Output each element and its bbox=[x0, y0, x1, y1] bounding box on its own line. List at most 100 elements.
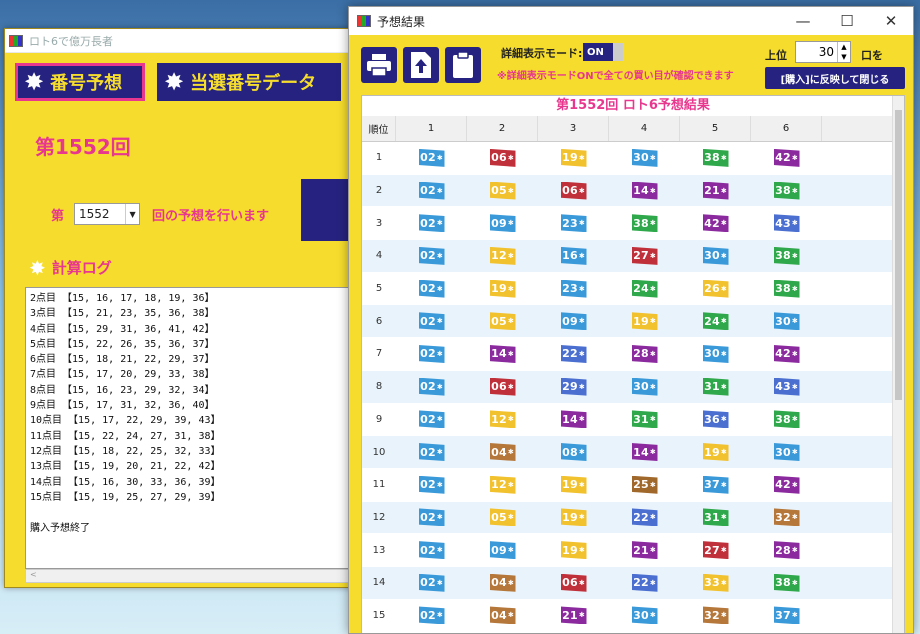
minimize-icon[interactable]: — bbox=[781, 7, 825, 35]
number-ball: 30 bbox=[631, 377, 658, 396]
number-ball: 02 bbox=[418, 344, 445, 363]
results-window-titlebar: 予想結果 — ☐ ✕ bbox=[349, 7, 913, 35]
grid-title: 第1552回 ロト6予想結果 bbox=[556, 98, 710, 113]
rank-cell: 9 bbox=[375, 413, 383, 425]
number-cell: 42 bbox=[680, 207, 751, 239]
rank-label: 上位 bbox=[765, 49, 787, 62]
table-row[interactable]: 9 02 12 14 31 36 38 bbox=[362, 404, 904, 437]
toggle-knob bbox=[613, 43, 623, 61]
table-row[interactable]: 12 02 05 19 22 31 32 bbox=[362, 501, 904, 535]
number-cell: 24 bbox=[680, 305, 751, 337]
grid-body: 1020619303842202050614213830209233842434… bbox=[362, 142, 904, 633]
number-cell: 43 bbox=[751, 371, 822, 403]
log-line: 15点目 【15, 19, 25, 27, 29, 39】 bbox=[30, 491, 221, 503]
number-ball: 38 bbox=[773, 410, 800, 429]
apply-and-close-button[interactable]: [購入]に反映して閉じる bbox=[765, 67, 905, 89]
draw-prefix: 第 bbox=[51, 208, 65, 224]
log-line: 9点目 【15, 17, 31, 32, 36, 40】 bbox=[30, 400, 215, 412]
close-icon[interactable]: ✕ bbox=[869, 7, 913, 35]
number-ball: 27 bbox=[702, 541, 729, 560]
number-cell: 14 bbox=[609, 175, 680, 207]
number-ball: 21 bbox=[560, 606, 587, 625]
detail-mode-label: 詳細表示モード: bbox=[501, 47, 583, 60]
number-cell: 29 bbox=[538, 371, 609, 403]
scroll-left-arrow[interactable]: < bbox=[30, 570, 37, 579]
table-row[interactable]: 3 02 09 23 38 42 43 bbox=[362, 207, 904, 241]
table-row[interactable]: 11 02 12 19 25 37 42 bbox=[362, 469, 904, 502]
main-window-titlebar: ロト6で億万長者 bbox=[5, 29, 353, 53]
export-button[interactable] bbox=[403, 47, 439, 83]
number-ball: 12 bbox=[489, 475, 516, 494]
table-row[interactable]: 2 02 05 06 14 21 38 bbox=[362, 174, 904, 208]
maximize-icon[interactable]: ☐ bbox=[825, 7, 869, 35]
number-ball: 16 bbox=[560, 246, 587, 265]
tab-winning-data[interactable]: ✸ 当選番号データ bbox=[157, 63, 341, 101]
table-row[interactable]: 6 02 05 09 19 24 30 bbox=[362, 305, 904, 339]
tab-prediction[interactable]: ✸ 番号予想 bbox=[15, 63, 145, 101]
log-line: 10点目 【15, 17, 22, 29, 39, 43】 bbox=[30, 415, 221, 427]
number-cell: 22 bbox=[609, 567, 680, 599]
number-cell: 37 bbox=[751, 600, 822, 632]
toggle-state: ON bbox=[587, 46, 604, 58]
grid-vertical-scrollbar[interactable] bbox=[892, 96, 904, 633]
number-cell: 08 bbox=[538, 436, 609, 468]
number-cell: 21 bbox=[680, 175, 751, 207]
table-row[interactable]: 7 02 14 22 28 30 42 bbox=[362, 338, 904, 371]
number-cell: 02 bbox=[396, 240, 467, 272]
results-window: 予想結果 — ☐ ✕ 詳細表示モード: ON ※詳細表示モードONで全ての買い目… bbox=[348, 6, 914, 634]
number-ball: 14 bbox=[631, 443, 658, 462]
rank-count-stepper[interactable]: 30 ▲ ▼ bbox=[795, 41, 851, 63]
number-ball: 30 bbox=[773, 443, 800, 462]
number-ball: 33 bbox=[702, 573, 729, 592]
column-header[interactable]: 1 bbox=[396, 116, 467, 141]
number-ball: 32 bbox=[773, 508, 800, 527]
number-ball: 19 bbox=[702, 443, 729, 462]
number-cell: 16 bbox=[538, 240, 609, 272]
number-cell: 28 bbox=[751, 534, 822, 566]
print-button[interactable] bbox=[361, 47, 397, 83]
column-header[interactable]: 3 bbox=[538, 116, 609, 141]
number-ball: 02 bbox=[418, 246, 445, 265]
number-ball: 31 bbox=[631, 410, 658, 429]
calculation-log[interactable]: 2点目 【15, 16, 17, 18, 19, 36】 3点目 【15, 21… bbox=[25, 287, 353, 569]
number-ball: 02 bbox=[418, 181, 445, 200]
table-row[interactable]: 8 02 06 29 30 31 43 bbox=[362, 370, 904, 404]
table-row[interactable]: 5 02 19 23 24 26 38 bbox=[362, 273, 904, 306]
rank-cell: 12 bbox=[372, 511, 386, 523]
draw-number-select[interactable]: 1552 ▼ bbox=[74, 203, 141, 225]
number-ball: 09 bbox=[560, 312, 587, 331]
table-row[interactable]: 10 02 04 08 14 19 30 bbox=[362, 436, 904, 469]
scrollbar-thumb[interactable] bbox=[895, 110, 902, 400]
number-cell: 38 bbox=[609, 207, 680, 239]
number-cell: 38 bbox=[751, 240, 822, 272]
number-cell: 31 bbox=[609, 404, 680, 436]
chevron-down-icon[interactable]: ▼ bbox=[125, 204, 139, 224]
table-row[interactable]: 15 02 04 21 30 32 37 bbox=[362, 600, 904, 633]
detail-mode-toggle[interactable]: ON bbox=[583, 43, 623, 61]
column-header[interactable]: 2 bbox=[467, 116, 538, 141]
number-cell: 12 bbox=[467, 404, 538, 436]
table-row[interactable]: 14 02 04 06 22 33 38 bbox=[362, 566, 904, 600]
column-header[interactable]: 順位 bbox=[362, 116, 396, 141]
column-header[interactable]: 5 bbox=[680, 116, 751, 141]
number-cell: 02 bbox=[396, 142, 467, 174]
stepper-down-icon[interactable]: ▼ bbox=[837, 52, 850, 62]
number-cell: 02 bbox=[396, 338, 467, 370]
table-row[interactable]: 4 02 12 16 27 30 38 bbox=[362, 240, 904, 273]
number-ball: 38 bbox=[702, 148, 729, 167]
number-cell: 02 bbox=[396, 436, 467, 468]
stepper-up-icon[interactable]: ▲ bbox=[837, 42, 850, 52]
column-header[interactable]: 6 bbox=[751, 116, 822, 141]
table-row[interactable]: 1 02 06 19 30 38 42 bbox=[362, 142, 904, 175]
clipboard-button[interactable] bbox=[445, 47, 481, 83]
number-ball: 30 bbox=[773, 312, 800, 331]
number-ball: 23 bbox=[560, 214, 587, 233]
number-ball: 04 bbox=[489, 606, 516, 625]
run-prediction-button[interactable] bbox=[301, 179, 353, 241]
log-end-message: 購入予想終了 bbox=[30, 523, 90, 535]
number-ball: 02 bbox=[418, 410, 445, 429]
table-row[interactable]: 13 02 09 19 21 27 28 bbox=[362, 534, 904, 567]
burst-icon: ✸ bbox=[24, 68, 45, 96]
log-horizontal-scrollbar[interactable]: < bbox=[25, 569, 353, 583]
column-header[interactable]: 4 bbox=[609, 116, 680, 141]
